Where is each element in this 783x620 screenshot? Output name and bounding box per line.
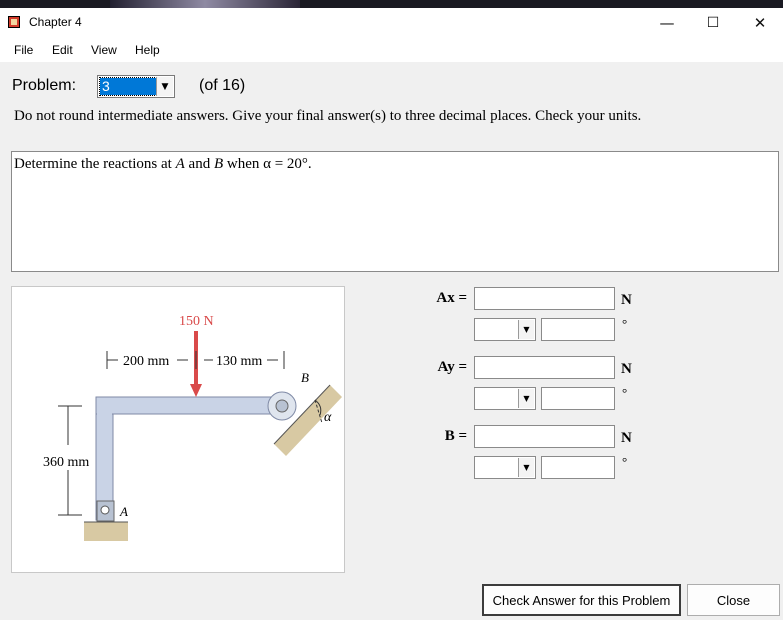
frame-diagram: 150 N 200 mm 130 mm 360 mm A B α [43, 314, 342, 541]
chevron-down-icon[interactable]: ▼ [518, 320, 534, 339]
problem-select-value: 3 [99, 77, 157, 96]
ground-block-a [84, 522, 128, 541]
b-degree-symbol: ° [622, 454, 628, 469]
dim-130-label: 130 mm [216, 354, 262, 369]
point-a-label: A [119, 504, 128, 519]
menu-view[interactable]: View [91, 43, 117, 57]
ax-direction-select[interactable]: ▼ [474, 318, 536, 341]
chevron-down-icon[interactable]: ▼ [156, 77, 173, 96]
menu-file[interactable]: File [14, 43, 33, 57]
problem-figure: 150 N 200 mm 130 mm 360 mm A B α [11, 286, 345, 573]
ay-unit: N [621, 361, 632, 377]
menu-edit[interactable]: Edit [52, 43, 73, 57]
check-answer-button[interactable]: Check Answer for this Problem [482, 584, 681, 616]
minimize-button[interactable]: — [644, 8, 690, 38]
b-unit: N [621, 430, 632, 446]
close-window-button[interactable]: ✕ [737, 8, 783, 38]
ax-value-input[interactable] [474, 287, 615, 310]
ay-degree-symbol: ° [622, 385, 628, 400]
ax-label: Ax = [436, 290, 467, 306]
b-direction-select[interactable]: ▼ [474, 456, 536, 479]
ay-label: Ay = [437, 359, 467, 375]
frame-horizontal [95, 396, 286, 415]
menu-bar: File Edit View Help [0, 38, 783, 62]
dim-200-label: 200 mm [123, 354, 169, 369]
question-box: Determine the reactions at A and B when … [11, 151, 779, 272]
question-text: Determine the reactions at A and B when … [14, 156, 312, 172]
problem-select[interactable]: 3 ▼ [97, 75, 175, 98]
ay-value-input[interactable] [474, 356, 615, 379]
ax-angle-input[interactable] [541, 318, 615, 341]
ay-direction-select[interactable]: ▼ [474, 387, 536, 410]
ax-unit: N [621, 292, 632, 308]
problem-label: Problem: [12, 77, 77, 94]
ay-angle-input[interactable] [541, 387, 615, 410]
menu-help[interactable]: Help [135, 43, 160, 57]
desktop-strip [0, 0, 783, 8]
point-b-label: B [301, 370, 309, 385]
force-label: 150 N [179, 314, 214, 329]
chevron-down-icon[interactable]: ▼ [518, 389, 534, 408]
app-icon [8, 16, 20, 28]
window-title: Chapter 4 [29, 15, 82, 29]
instructions-text: Do not round intermediate answers. Give … [14, 108, 642, 124]
b-value-input[interactable] [474, 425, 615, 448]
close-button[interactable]: Close [687, 584, 780, 616]
ax-degree-symbol: ° [622, 316, 628, 331]
maximize-button[interactable]: ☐ [690, 8, 736, 38]
problem-count: (of 16) [199, 77, 246, 94]
b-label: B = [444, 428, 467, 444]
angle-label: α [324, 410, 332, 425]
dim-360-label: 360 mm [43, 455, 89, 470]
title-bar: Chapter 4 — ☐ ✕ [0, 8, 783, 38]
b-angle-input[interactable] [541, 456, 615, 479]
chevron-down-icon[interactable]: ▼ [518, 458, 534, 477]
